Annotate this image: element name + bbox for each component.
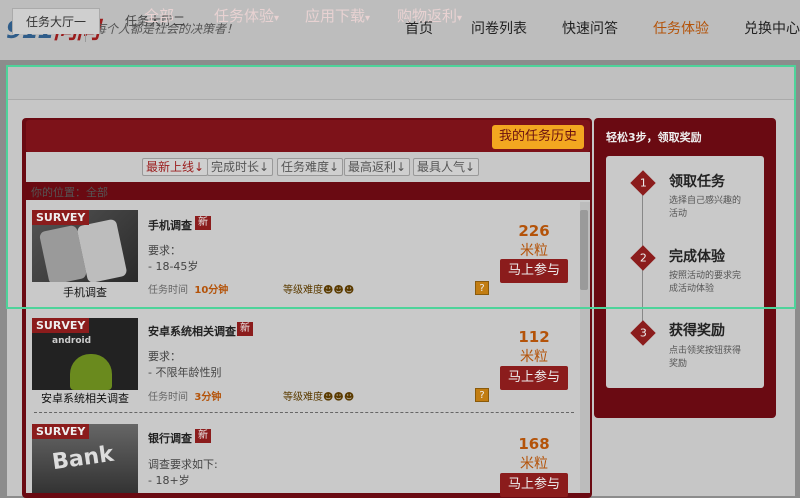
step-title: 完成体验 <box>669 249 725 265</box>
nav-quick-qa[interactable]: 快速问答 <box>562 18 618 38</box>
my-task-history-button[interactable]: 我的任务历史 <box>492 125 584 149</box>
sort-difficulty[interactable]: 任务难度↓ <box>277 158 344 176</box>
sort-arrow-icon: ↓ <box>329 160 340 174</box>
nav-exchange-center[interactable]: 兑换中心 <box>744 18 800 38</box>
sidebar-title: 轻松3步，领取奖励 <box>606 131 702 144</box>
sort-arrow-icon: ↓ <box>465 160 476 174</box>
android-robot-image <box>70 354 112 390</box>
task-thumbnail-bank[interactable]: Bank SURVEY <box>32 424 138 493</box>
sort-arrow-icon: ↓ <box>194 160 205 174</box>
sort-most-popular[interactable]: 最具人气↓ <box>413 158 480 176</box>
step-title: 获得奖励 <box>669 323 725 339</box>
item-divider <box>34 412 574 413</box>
scrollbar-thumb[interactable] <box>580 210 588 290</box>
filter-shopping-rebate[interactable]: 购物返利▾ <box>397 6 462 26</box>
survey-label: SURVEY <box>32 318 90 333</box>
join-button[interactable]: 马上参与 <box>500 366 568 390</box>
survey-label: SURVEY <box>32 424 90 439</box>
thumbnail-caption: 手机调查 <box>63 286 107 299</box>
nav-task-experience[interactable]: 任务体验 <box>653 18 709 38</box>
sort-highest-rebate[interactable]: 最高返利↓ <box>344 158 411 176</box>
task-thumbnail-android[interactable]: android SURVEY <box>32 318 138 390</box>
reward-amount: 112 <box>518 328 550 346</box>
reward-unit: 米粒 <box>520 456 548 472</box>
filter-task-experience[interactable]: 任务体验▾ <box>214 6 279 26</box>
filter-app-download[interactable]: 应用下载▾ <box>305 6 370 26</box>
chevron-down-icon: ▾ <box>365 13 371 24</box>
breadcrumb: 你的位置：全部 <box>31 186 108 199</box>
android-text: android <box>52 336 92 346</box>
requirement-value: - 18-45岁 <box>148 260 199 273</box>
task-title[interactable]: 手机调查 <box>148 217 192 233</box>
difficulty-rating: 等级难度☻☻☻ <box>283 392 355 403</box>
filter-all[interactable]: 全部 <box>144 6 174 26</box>
difficulty-face-icon: ☻☻☻ <box>323 392 355 403</box>
chevron-down-icon: ▾ <box>457 13 463 24</box>
new-badge: 新 <box>195 429 211 443</box>
sort-arrow-icon: ↓ <box>396 160 407 174</box>
reward-unit: 米粒 <box>520 243 548 259</box>
bank-sign-image: Bank <box>50 441 116 476</box>
task-title[interactable]: 安卓系统相关调查 <box>148 323 236 339</box>
sort-arrow-icon: ↓ <box>259 160 270 174</box>
requirement-label: 调查要求如下: <box>148 458 218 471</box>
requirement-label: 要求： <box>148 350 181 363</box>
survey-label: SURVEY <box>32 210 90 225</box>
task-title[interactable]: 银行调查 <box>148 430 192 446</box>
task-thumbnail-phone[interactable]: SURVEY <box>32 210 138 282</box>
tabs-bar <box>7 66 795 100</box>
step-description: 点击领奖按钮获得奖励 <box>669 346 742 369</box>
requirement-label: 要求： <box>148 244 181 257</box>
join-button[interactable]: 马上参与 <box>500 259 568 283</box>
task-time: 任务时间 3分钟 <box>148 392 222 403</box>
step-title: 领取任务 <box>669 174 725 190</box>
help-icon[interactable]: ? <box>475 388 489 402</box>
step-description: 按照活动的要求完成活动体验 <box>669 271 742 294</box>
reward-unit: 米粒 <box>520 349 548 365</box>
thumbnail-caption: 安卓系统相关调查 <box>41 392 129 405</box>
join-button[interactable]: 马上参与 <box>500 473 568 497</box>
difficulty-face-icon: ☻☻☻ <box>323 285 355 296</box>
task-time: 任务时间 10分钟 <box>148 285 229 296</box>
new-badge: 新 <box>195 216 211 230</box>
step-description: 选择自己感兴趣的活动 <box>669 196 742 219</box>
chevron-down-icon: ▾ <box>274 13 280 24</box>
tab-hall-1[interactable]: 任务大厅一 <box>12 8 100 34</box>
new-badge: 新 <box>237 322 253 336</box>
help-icon[interactable]: ? <box>475 281 489 295</box>
difficulty-rating: 等级难度☻☻☻ <box>283 285 355 296</box>
reward-amount: 226 <box>518 222 550 240</box>
requirement-value: - 不限年龄性别 <box>148 366 222 379</box>
nav-survey-list[interactable]: 问卷列表 <box>471 18 527 38</box>
reward-amount: 168 <box>518 435 550 453</box>
sort-duration[interactable]: 完成时长↓ <box>207 158 274 176</box>
sort-newest[interactable]: 最新上线↓ <box>142 158 209 176</box>
requirement-value: - 18+岁 <box>148 474 190 487</box>
